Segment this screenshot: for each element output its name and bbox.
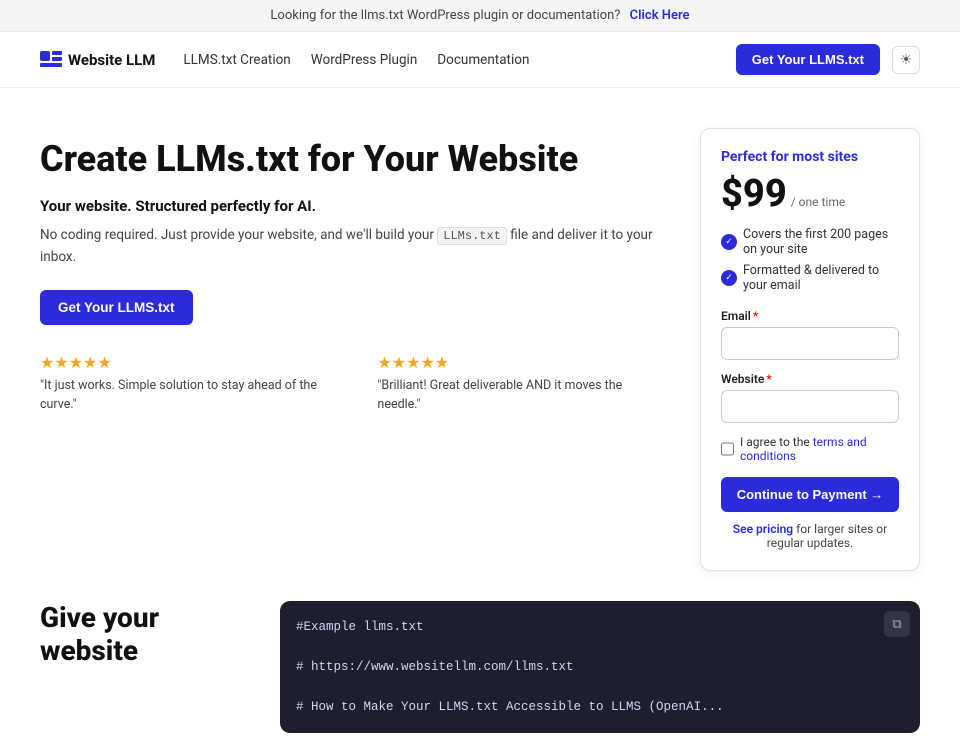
check-icon-2: ✓ <box>721 270 737 286</box>
review-item-1: ★★★★★ "It just works. Simple solution to… <box>40 353 347 415</box>
nav-link-wp[interactable]: WordPress Plugin <box>311 52 418 68</box>
code-section-title: Give your website <box>40 601 240 667</box>
hero-section: Create LLMs.txt for Your Website Your we… <box>40 128 660 571</box>
code-block: ⧉ #Example llms.txt # https://www.websit… <box>280 601 920 733</box>
feature-item-2: ✓ Formatted & delivered to your email <box>721 263 899 293</box>
logo-text: Website LLM <box>68 51 155 69</box>
terms-label: I agree to the terms and conditions <box>740 435 899 463</box>
reviews-section: ★★★★★ "It just works. Simple solution to… <box>40 353 660 415</box>
main-content: Create LLMs.txt for Your Website Your we… <box>0 88 960 591</box>
price-note: / one time <box>791 195 845 209</box>
top-banner: Looking for the llms.txt WordPress plugi… <box>0 0 960 32</box>
nav-cta-button[interactable]: Get Your LLMS.txt <box>736 44 880 75</box>
code-section: Give your website ⧉ #Example llms.txt # … <box>0 601 960 753</box>
nav-links: LLMS.txt Creation WordPress Plugin Docum… <box>183 52 529 68</box>
copy-icon: ⧉ <box>892 616 901 632</box>
terms-checkbox-row: I agree to the terms and conditions <box>721 435 899 463</box>
pricing-card: Perfect for most sites $99 / one time ✓ … <box>700 128 920 571</box>
banner-link[interactable]: Click Here <box>630 8 690 23</box>
navbar: Website LLM LLMS.txt Creation WordPress … <box>0 32 960 88</box>
features-list: ✓ Covers the first 200 pages on your sit… <box>721 227 899 293</box>
website-required-star: * <box>766 372 771 386</box>
code-line-1: #Example llms.txt <box>296 620 424 634</box>
website-form-group: Website* <box>721 372 899 423</box>
theme-toggle-button[interactable]: ☀ <box>892 46 920 74</box>
email-required-star: * <box>753 309 758 323</box>
email-input[interactable] <box>721 327 899 360</box>
copy-code-button[interactable]: ⧉ <box>884 611 910 637</box>
review-item-2: ★★★★★ "Brilliant! Great deliverable AND … <box>377 353 660 415</box>
code-content: #Example llms.txt # https://www.websitel… <box>296 617 904 717</box>
logo-icon <box>40 51 62 69</box>
email-label: Email* <box>721 309 899 323</box>
website-label: Website* <box>721 372 899 386</box>
code-left: Give your website <box>40 601 240 733</box>
hero-desc-1: No coding required. Just provide your we… <box>40 227 434 243</box>
review-stars-2: ★★★★★ <box>377 353 660 372</box>
feature-item-1: ✓ Covers the first 200 pages on your sit… <box>721 227 899 257</box>
hero-cta-button[interactable]: Get Your LLMS.txt <box>40 290 193 325</box>
price-row: $99 / one time <box>721 175 899 213</box>
price-amount: $99 <box>721 175 787 213</box>
check-icon-1: ✓ <box>721 234 737 250</box>
feature-text-2: Formatted & delivered to your email <box>743 263 899 293</box>
hero-description: No coding required. Just provide your we… <box>40 225 660 268</box>
nav-link-docs[interactable]: Documentation <box>437 52 529 68</box>
email-form-group: Email* <box>721 309 899 360</box>
see-pricing-link[interactable]: See pricing <box>733 522 793 536</box>
see-pricing-text: See pricing for larger sites or regular … <box>721 522 899 550</box>
nav-link-llms[interactable]: LLMS.txt Creation <box>183 52 290 68</box>
payment-button[interactable]: Continue to Payment → <box>721 477 899 512</box>
banner-text: Looking for the llms.txt WordPress plugi… <box>270 8 620 23</box>
code-line-5: # How to Make Your LLMS.txt Accessible t… <box>296 700 724 714</box>
nav-right: Get Your LLMS.txt ☀ <box>736 44 920 75</box>
hero-subtitle: Your website. Structured perfectly for A… <box>40 197 660 215</box>
hero-title: Create LLMs.txt for Your Website <box>40 138 660 181</box>
logo[interactable]: Website LLM <box>40 51 155 69</box>
terms-checkbox[interactable] <box>721 442 734 456</box>
feature-text-1: Covers the first 200 pages on your site <box>743 227 899 257</box>
pricing-badge: Perfect for most sites <box>721 149 899 165</box>
code-line-3: # https://www.websitellm.com/llms.txt <box>296 660 574 674</box>
review-text-2: "Brilliant! Great deliverable AND it mov… <box>377 377 660 415</box>
sun-icon: ☀ <box>900 51 913 68</box>
review-text-1: "It just works. Simple solution to stay … <box>40 377 347 415</box>
hero-code-snippet: LLMs.txt <box>437 227 507 245</box>
website-input[interactable] <box>721 390 899 423</box>
nav-left: Website LLM LLMS.txt Creation WordPress … <box>40 51 529 69</box>
review-stars-1: ★★★★★ <box>40 353 347 372</box>
